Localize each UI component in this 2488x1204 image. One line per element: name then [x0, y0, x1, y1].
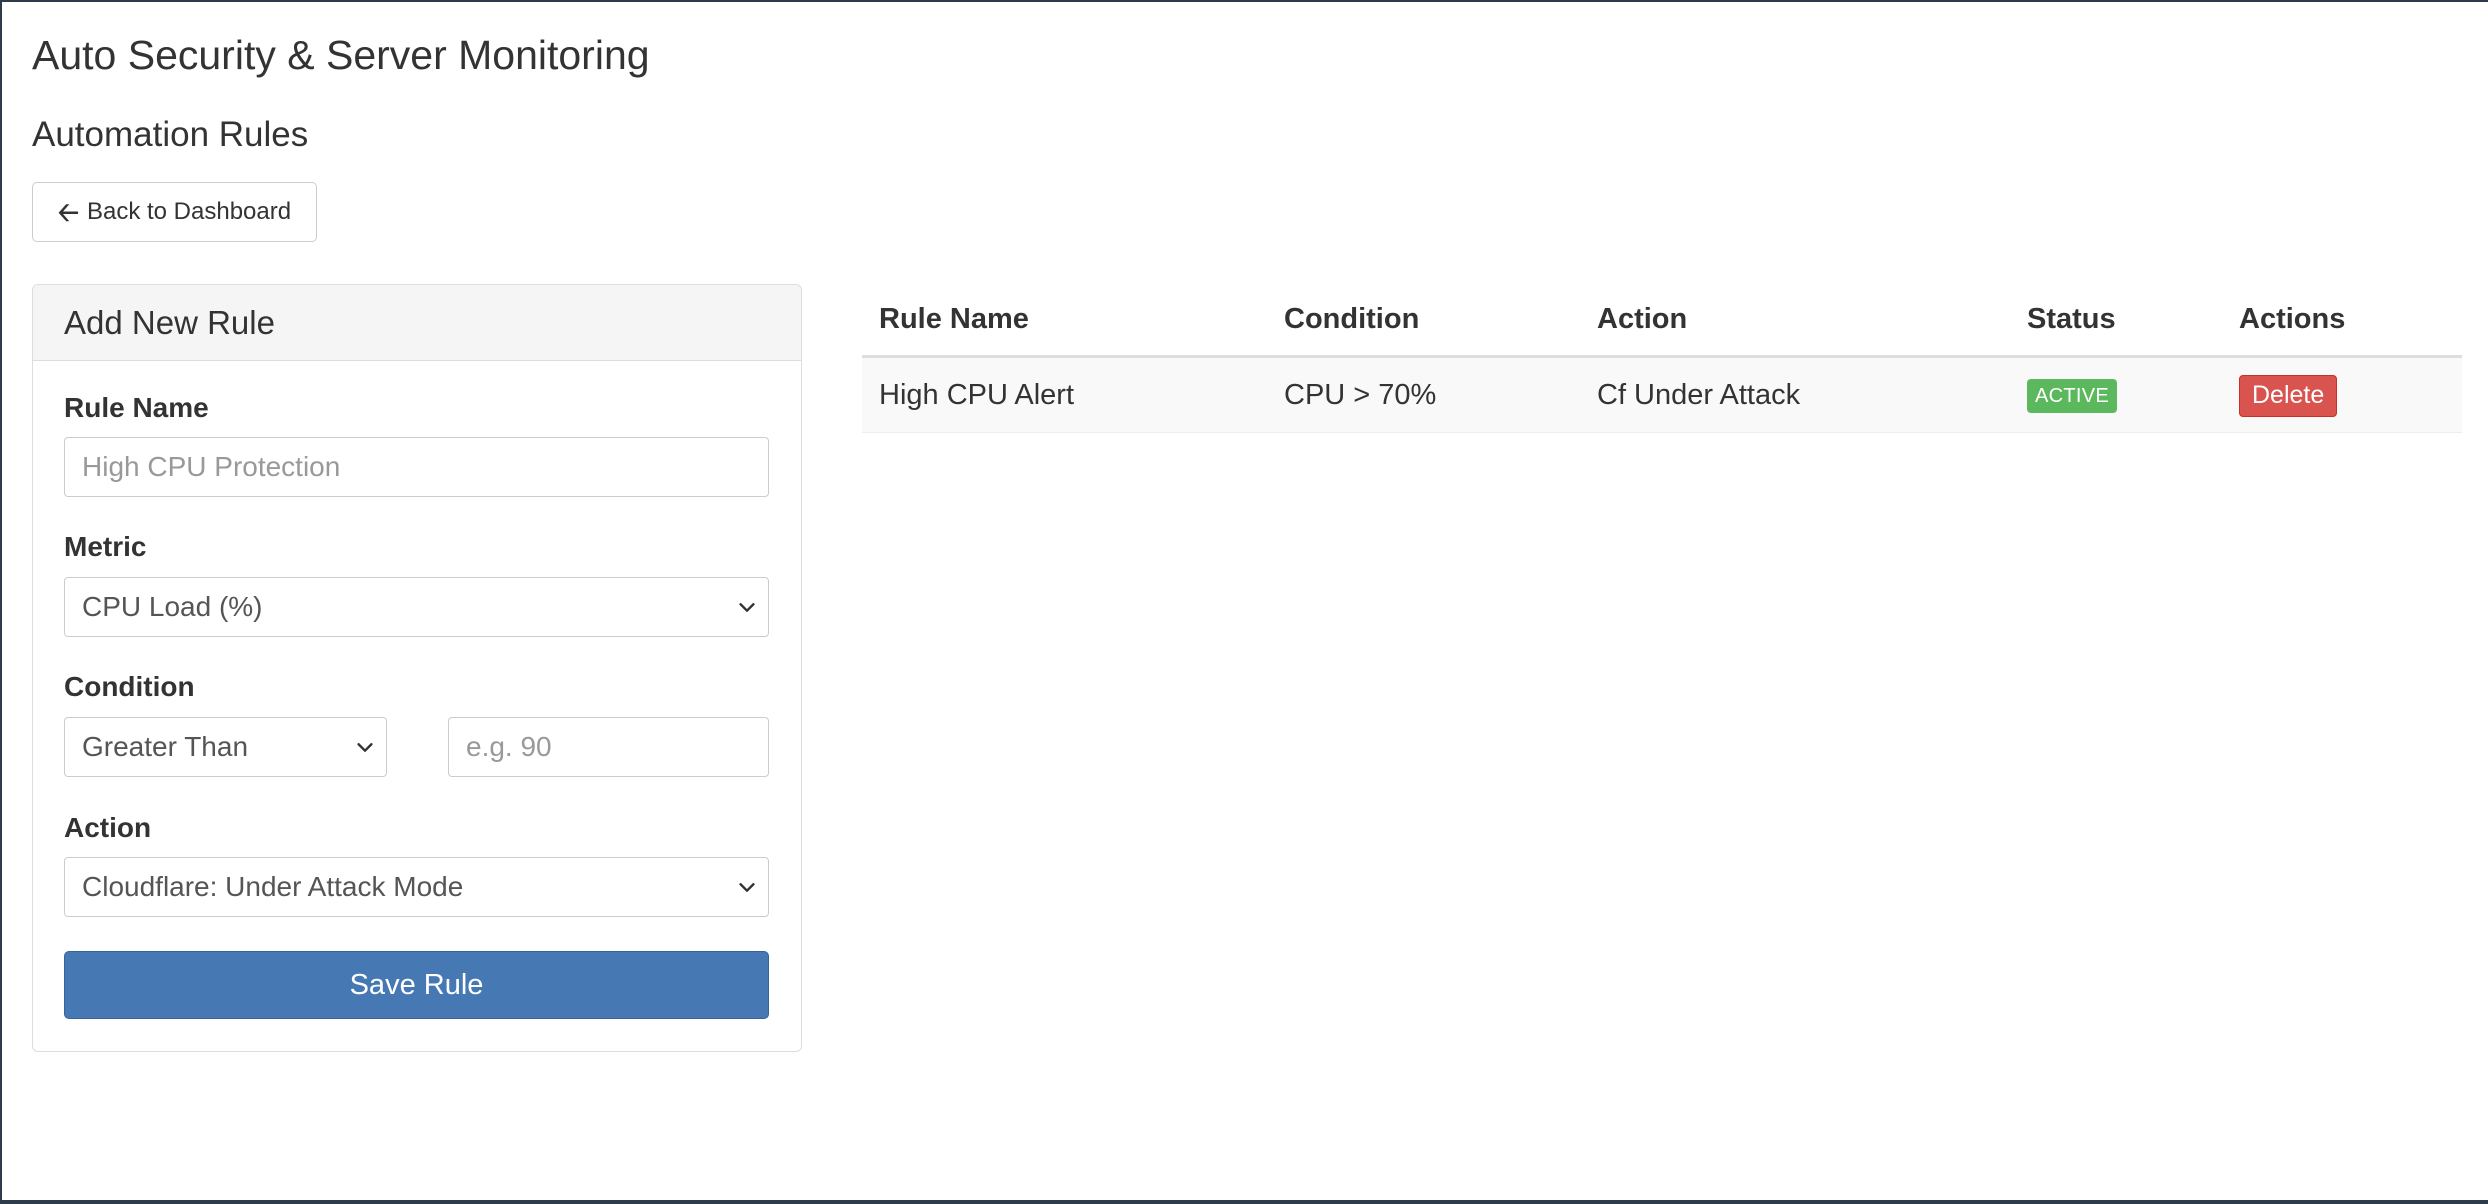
- table-header: Rule Name Condition Action Status Action…: [862, 284, 2462, 358]
- save-rule-button[interactable]: Save Rule: [64, 951, 769, 1019]
- action-select[interactable]: Cloudflare: Under Attack Mode: [64, 857, 769, 917]
- back-to-dashboard-button[interactable]: 🡠 Back to Dashboard: [32, 182, 317, 242]
- metric-selected-value: CPU Load (%): [82, 591, 263, 622]
- condition-threshold-placeholder: e.g. 90: [466, 731, 552, 762]
- back-to-dashboard-label: Back to Dashboard: [86, 198, 292, 225]
- panel-heading: Add New Rule: [33, 285, 801, 361]
- metric-label: Metric: [64, 531, 147, 562]
- rule-name-placeholder: High CPU Protection: [82, 451, 341, 482]
- action-selected-value: Cloudflare: Under Attack Mode: [82, 871, 464, 902]
- action-cell: Cf Under Attack: [1597, 379, 1801, 411]
- chevron-down-icon: [739, 603, 755, 612]
- metric-select[interactable]: CPU Load (%): [64, 577, 769, 637]
- status-cell: ACTIVE: [2027, 358, 2118, 433]
- condition-threshold-input[interactable]: e.g. 90: [448, 717, 769, 777]
- rule-name-input[interactable]: High CPU Protection: [64, 437, 769, 497]
- condition-operator-select[interactable]: Greater Than: [64, 717, 387, 777]
- rules-table: Rule Name Condition Action Status Action…: [862, 284, 2462, 433]
- arrow-left-icon: 🡠: [57, 197, 79, 227]
- chevron-down-icon: [739, 883, 755, 892]
- condition-label: Condition: [64, 671, 195, 702]
- condition-cell: CPU > 70%: [1284, 379, 1437, 411]
- column-header-status: Status: [2027, 303, 2116, 335]
- add-rule-panel: Add New Rule Rule Name High CPU Protecti…: [32, 284, 802, 1052]
- column-header-action: Action: [1597, 303, 1688, 335]
- table-row: High CPU Alert CPU > 70% Cf Under Attack…: [862, 358, 2462, 433]
- chevron-down-icon: [357, 743, 373, 752]
- page: Auto Security & Server Monitoring Automa…: [32, 2, 2462, 1200]
- column-header-rule-name: Rule Name: [879, 303, 1029, 335]
- column-header-actions: Actions: [2239, 303, 2346, 335]
- app-title: Auto Security & Server Monitoring: [32, 32, 650, 78]
- rule-name-cell: High CPU Alert: [879, 379, 1075, 411]
- column-header-condition: Condition: [1284, 303, 1420, 335]
- status-badge: ACTIVE: [2027, 378, 2118, 413]
- delete-rule-button[interactable]: Delete: [2239, 374, 2338, 417]
- condition-operator-value: Greater Than: [82, 731, 249, 762]
- actions-cell: Delete: [2239, 358, 2338, 433]
- action-label: Action: [64, 812, 152, 843]
- page-title: Automation Rules: [32, 115, 309, 154]
- rule-name-label: Rule Name: [64, 392, 209, 423]
